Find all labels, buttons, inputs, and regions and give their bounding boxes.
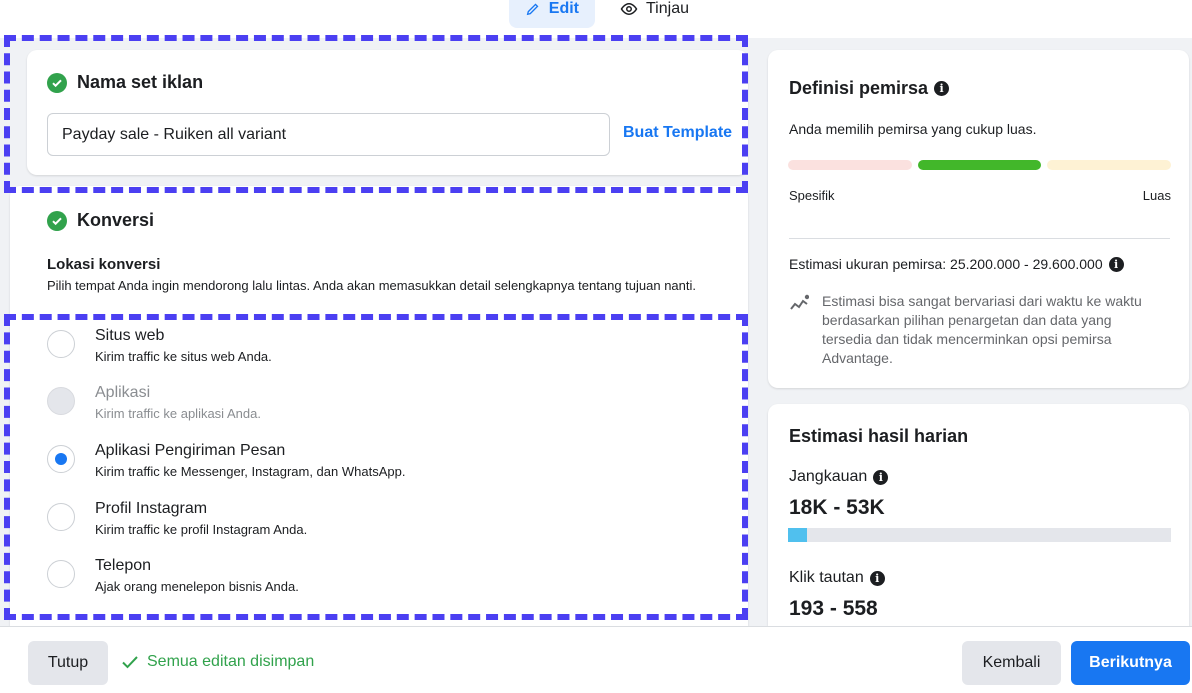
conversion-title: Konversi bbox=[77, 210, 155, 230]
option-phone[interactable]: Telepon Ajak orang menelepon bisnis Anda… bbox=[47, 556, 707, 604]
audience-breadth-meter bbox=[788, 160, 1172, 170]
conversion-heading: Konversi bbox=[47, 210, 154, 231]
audience-size-estimate-row: Estimasi ukuran pemirsa: 25.200.000 - 29… bbox=[789, 256, 1124, 272]
estimate-disclaimer: Estimasi bisa sangat bervariasi dari wak… bbox=[822, 293, 1142, 366]
reach-label-row: Jangkauan i bbox=[789, 468, 889, 486]
eye-icon bbox=[620, 2, 638, 16]
option-label: Situs web bbox=[95, 327, 165, 344]
audience-definition-card: Definisi pemirsa i Anda memilih pemirsa … bbox=[768, 50, 1189, 388]
audience-definition-heading: Definisi pemirsa i bbox=[789, 78, 950, 99]
radio-website[interactable] bbox=[47, 330, 75, 358]
daily-results-card: Estimasi hasil harian Jangkauan i 18K - … bbox=[768, 404, 1189, 626]
option-label: Profil Instagram bbox=[95, 500, 208, 517]
pencil-icon bbox=[526, 3, 539, 16]
info-icon[interactable]: i bbox=[934, 81, 950, 96]
conversion-card: Konversi Lokasi konversi Pilih tempat An… bbox=[10, 186, 748, 626]
info-icon[interactable]: i bbox=[869, 570, 885, 586]
close-button[interactable]: Tutup bbox=[28, 641, 108, 685]
audience-summary: Anda memilih pemirsa yang cukup luas. bbox=[789, 121, 1037, 137]
meter-label-specific: Spesifik bbox=[789, 188, 835, 203]
tab-view[interactable]: Tinjau bbox=[604, 0, 705, 28]
audience-definition-title: Definisi pemirsa bbox=[789, 78, 929, 98]
option-sublabel: Kirim traffic ke Messenger, Instagram, d… bbox=[95, 464, 406, 479]
adset-name-title: Nama set iklan bbox=[77, 72, 204, 92]
divider bbox=[789, 238, 1170, 239]
option-sublabel: Kirim traffic ke profil Instagram Anda. bbox=[95, 522, 308, 537]
next-button[interactable]: Berikutnya bbox=[1071, 641, 1190, 685]
option-instagram-profile[interactable]: Profil Instagram Kirim traffic ke profil… bbox=[47, 499, 707, 547]
option-sublabel: Ajak orang menelepon bisnis Anda. bbox=[95, 579, 299, 594]
check-circle-icon bbox=[47, 210, 67, 231]
check-circle-icon bbox=[47, 72, 67, 93]
reach-bar-fill bbox=[788, 528, 808, 542]
option-label: Aplikasi bbox=[95, 384, 151, 401]
clicks-label-row: Klik tautan i bbox=[789, 569, 885, 587]
adset-name-heading: Nama set iklan bbox=[47, 72, 203, 93]
radio-instagram-profile[interactable] bbox=[47, 503, 75, 531]
info-icon[interactable]: i bbox=[1108, 256, 1124, 272]
conversion-location-heading: Lokasi konversi bbox=[47, 256, 161, 273]
daily-results-title: Estimasi hasil harian bbox=[789, 426, 969, 446]
radio-phone[interactable] bbox=[47, 560, 75, 588]
option-sublabel: Kirim traffic ke aplikasi Anda. bbox=[95, 406, 261, 421]
checkmark-icon bbox=[122, 656, 138, 669]
adset-name-card: Nama set iklan Buat Template bbox=[27, 50, 748, 175]
trend-line-icon bbox=[790, 294, 809, 310]
create-template-link[interactable]: Buat Template bbox=[623, 124, 732, 142]
option-sublabel: Kirim traffic ke situs web Anda. bbox=[95, 349, 272, 364]
tab-edit[interactable]: Edit bbox=[509, 0, 595, 28]
save-status: Semua editan disimpan bbox=[121, 653, 314, 671]
reach-value: 18K - 53K bbox=[789, 496, 885, 519]
option-label: Aplikasi Pengiriman Pesan bbox=[95, 442, 286, 459]
meter-segment-selected bbox=[917, 160, 1042, 170]
option-messaging-app[interactable]: Aplikasi Pengiriman Pesan Kirim traffic … bbox=[47, 441, 707, 489]
tab-view-label: Tinjau bbox=[646, 0, 689, 17]
radio-messaging-app[interactable] bbox=[47, 445, 75, 473]
save-status-text: Semua editan disimpan bbox=[147, 653, 315, 670]
option-website[interactable]: Situs web Kirim traffic ke situs web And… bbox=[47, 326, 707, 374]
radio-app bbox=[47, 387, 75, 415]
option-label: Telepon bbox=[95, 557, 152, 574]
back-button[interactable]: Kembali bbox=[962, 641, 1061, 685]
clicks-label: Klik tautan bbox=[789, 569, 864, 586]
audience-size-estimate: Estimasi ukuran pemirsa: 25.200.000 - 29… bbox=[789, 256, 1103, 272]
meter-segment-specific bbox=[788, 160, 912, 170]
footer-bar: Tutup Semua editan disimpan Kembali Beri… bbox=[0, 626, 1192, 693]
top-tab-bar: Edit Tinjau bbox=[0, 0, 1192, 38]
conversion-location-description: Pilih tempat Anda ingin mendorong lalu l… bbox=[47, 278, 696, 293]
tab-edit-label: Edit bbox=[548, 0, 579, 17]
clicks-value: 193 - 558 bbox=[789, 597, 878, 620]
reach-label: Jangkauan bbox=[789, 468, 868, 485]
adset-name-input[interactable] bbox=[47, 113, 610, 156]
option-app: Aplikasi Kirim traffic ke aplikasi Anda. bbox=[47, 383, 707, 431]
meter-segment-broad bbox=[1047, 160, 1172, 170]
reach-bar bbox=[788, 528, 1171, 542]
info-icon[interactable]: i bbox=[873, 469, 889, 485]
meter-label-broad: Luas bbox=[1142, 188, 1171, 203]
